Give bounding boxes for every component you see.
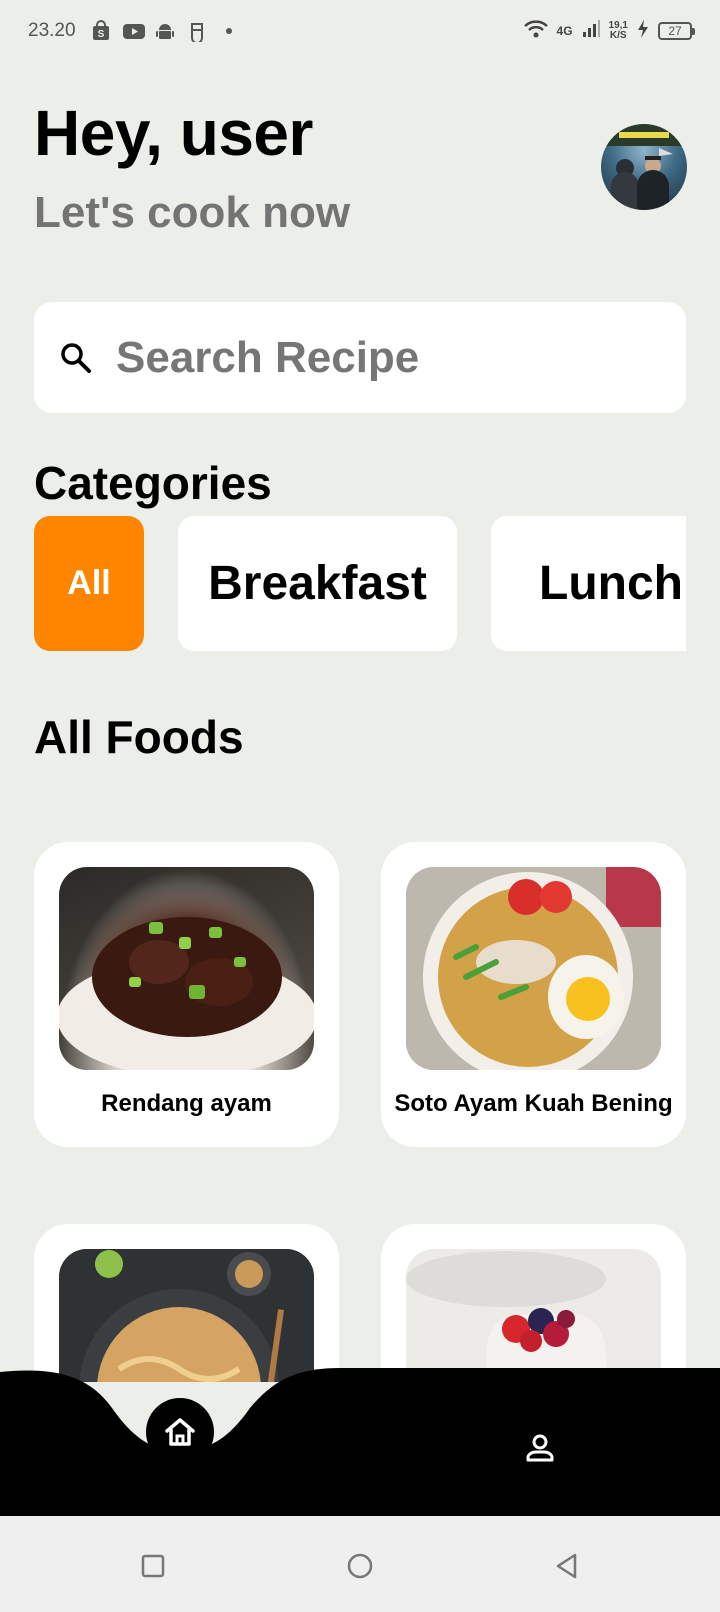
- nav-home-button[interactable]: [146, 1398, 214, 1466]
- network-label: 4G: [556, 24, 573, 38]
- food-image: [406, 867, 661, 1070]
- app-icon: [186, 20, 208, 44]
- bottom-nav-background: [0, 1368, 720, 1516]
- greeting-title: Hey, user: [34, 97, 313, 169]
- category-chip-all[interactable]: All: [34, 516, 144, 651]
- search-bar[interactable]: [34, 302, 686, 413]
- battery-level: 27: [668, 24, 682, 38]
- network-speed: 19,1 K/S: [609, 21, 628, 41]
- greeting-subtitle: Let's cook now: [34, 188, 351, 237]
- home-circle-icon[interactable]: [346, 1552, 374, 1580]
- food-name: Soto Ayam Kuah Bening: [394, 1090, 673, 1117]
- food-card-soto-ayam[interactable]: Soto Ayam Kuah Bening: [381, 842, 686, 1147]
- shopping-bag-icon: S: [90, 20, 112, 42]
- status-bar: 23.20 S 4G 19,1 K/S 27: [0, 0, 720, 62]
- back-icon[interactable]: [553, 1552, 581, 1580]
- avatar-image: [601, 124, 687, 210]
- android-icon: [154, 20, 176, 42]
- svg-text:S: S: [97, 29, 104, 40]
- recent-apps-icon[interactable]: [139, 1552, 167, 1580]
- food-image: [59, 1249, 314, 1382]
- food-grid[interactable]: Rendang ayam Soto Ayam Kuah Bening: [0, 790, 720, 1382]
- category-chip-breakfast[interactable]: Breakfast: [178, 516, 457, 651]
- search-icon: [61, 342, 91, 373]
- bottom-nav: [0, 1368, 720, 1516]
- youtube-icon: [122, 20, 145, 42]
- status-time: 23.20: [28, 20, 76, 41]
- food-card-pudding[interactable]: [381, 1224, 686, 1382]
- signal-icon: [581, 19, 601, 44]
- nav-profile-button[interactable]: [522, 1430, 558, 1466]
- dot-icon: [218, 20, 240, 42]
- charging-icon: [636, 19, 650, 44]
- food-card-rendang-ayam[interactable]: Rendang ayam: [34, 842, 339, 1147]
- food-card-noodles[interactable]: [34, 1224, 339, 1382]
- battery-icon: 27: [658, 22, 695, 40]
- category-chip-list[interactable]: All Breakfast Lunch: [34, 516, 686, 651]
- status-right: 4G 19,1 K/S 27: [523, 19, 695, 44]
- search-input[interactable]: [116, 332, 656, 383]
- all-foods-title: All Foods: [34, 711, 244, 763]
- category-chip-lunch[interactable]: Lunch: [491, 516, 686, 651]
- food-image: [406, 1249, 661, 1382]
- avatar[interactable]: [601, 124, 687, 210]
- profile-icon: [526, 1434, 554, 1462]
- food-image: [59, 867, 314, 1070]
- wifi-icon: [523, 19, 549, 44]
- categories-title: Categories: [34, 457, 272, 509]
- food-name: Rendang ayam: [101, 1090, 272, 1117]
- home-icon: [165, 1418, 195, 1446]
- status-left: 23.20 S: [28, 20, 240, 44]
- speed-unit: K/S: [609, 30, 627, 41]
